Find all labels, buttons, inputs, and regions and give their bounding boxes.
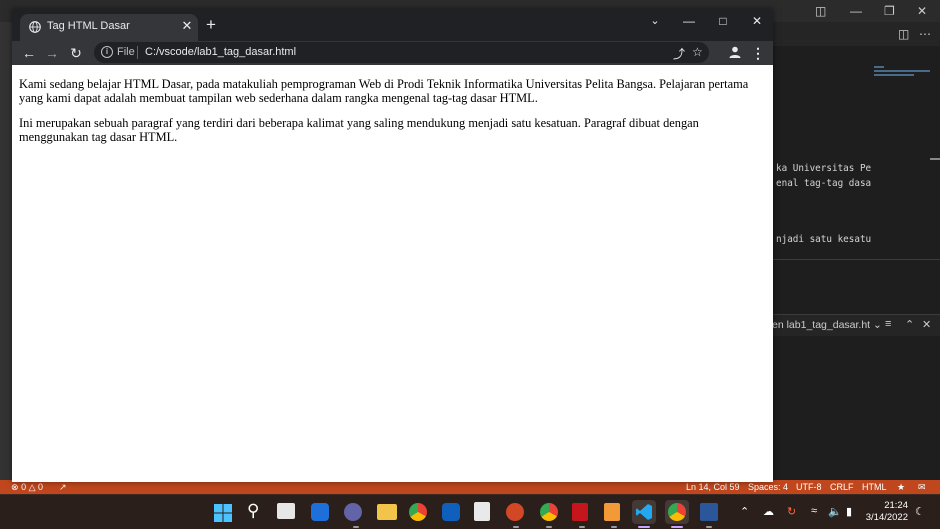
language-mode[interactable]: HTML	[862, 480, 887, 494]
powerpoint-icon[interactable]	[506, 503, 524, 521]
new-tab-icon[interactable]: +	[201, 15, 221, 35]
indentation[interactable]: Spaces: 4	[748, 480, 788, 494]
chevron-up-icon[interactable]: ⌃	[905, 318, 914, 331]
info-icon[interactable]: i	[101, 46, 113, 58]
tray-overflow-icon[interactable]: ⌃	[740, 505, 749, 518]
bookmark-star-icon[interactable]: ☆	[692, 45, 703, 59]
panel-title[interactable]: en lab1_tag_dasar.ht ⌄	[772, 319, 882, 331]
minimap[interactable]	[874, 66, 930, 80]
tab-strip: Tag HTML Dasar ✕ + ⌄ — □ ✕	[12, 9, 773, 41]
share-icon[interactable]: ⤴	[673, 45, 685, 62]
encoding[interactable]: UTF-8	[796, 480, 822, 494]
live-share-icon[interactable]: ↗	[59, 480, 67, 494]
app-indicator	[706, 526, 712, 528]
start-icon[interactable]	[214, 504, 232, 522]
activity-bar	[0, 22, 12, 482]
close-icon[interactable]: ✕	[917, 3, 927, 19]
notification-icon[interactable]: ☾	[915, 505, 925, 518]
line-ending[interactable]: CRLF	[830, 480, 854, 494]
chrome-active-icon[interactable]	[665, 500, 689, 524]
split-editor-icon[interactable]: ◫	[898, 27, 909, 41]
maximize-icon[interactable]: □	[708, 11, 738, 31]
vscode-app-icon[interactable]	[632, 500, 656, 524]
chrome-logo-icon	[668, 503, 686, 521]
tab-search-icon[interactable]: ⌄	[640, 11, 670, 31]
clock-date: 3/14/2022	[865, 512, 908, 523]
chevron-down-icon[interactable]: ⌄	[873, 319, 882, 331]
clock-time: 21:24	[884, 500, 908, 511]
wifi-icon[interactable]: ≈	[811, 505, 817, 517]
close-icon[interactable]: ✕	[742, 11, 772, 31]
menu-icon[interactable]: ⋮	[751, 43, 765, 63]
vscode-logo-icon	[636, 504, 652, 520]
battery-icon[interactable]: ▮	[846, 505, 852, 518]
more-actions-icon[interactable]: ⋯	[919, 27, 931, 41]
notepad-icon[interactable]	[474, 502, 490, 521]
app-indicator	[546, 526, 552, 528]
warning-count: 0	[38, 482, 44, 492]
address-bar[interactable]: i File C:/vscode/lab1_tag_dasar.html ⤴ ☆	[94, 42, 709, 63]
restore-icon[interactable]: ❐	[884, 3, 895, 19]
code-line: enal tag-tag dasa	[776, 178, 872, 189]
globe-icon	[29, 21, 41, 33]
layout-icon[interactable]: ◫	[815, 3, 826, 19]
notifications-icon[interactable]: ✉	[918, 480, 926, 494]
url-scheme: File	[117, 46, 135, 58]
tab-close-icon[interactable]: ✕	[178, 17, 196, 35]
status-bar: ⊗ 0 △ 0 ↗ Ln 14, Col 59 Spaces: 4 UTF-8 …	[0, 480, 940, 494]
app-indicator-active	[638, 526, 650, 528]
app-indicator	[611, 526, 617, 528]
close-panel-icon[interactable]: ✕	[922, 318, 931, 331]
chrome-window: Tag HTML Dasar ✕ + ⌄ — □ ✕ ← → ↻ i File …	[12, 9, 773, 482]
code-line: ka Universitas Pe	[776, 163, 872, 174]
clock[interactable]: 21:24 3/14/2022	[860, 500, 908, 524]
code-line: njadi satu kesatu	[776, 234, 872, 245]
forward-icon[interactable]: →	[42, 43, 62, 63]
url-separator	[137, 46, 138, 59]
problems-indicator[interactable]: ⊗ 0 △ 0	[11, 480, 43, 494]
paragraph: Kami sedang belajar HTML Dasar, pada mat…	[19, 77, 749, 105]
file-explorer-icon[interactable]	[377, 504, 397, 520]
error-icon: ⊗	[11, 482, 19, 492]
warning-icon: △	[28, 482, 36, 492]
acrobat-icon[interactable]	[572, 503, 588, 521]
error-count: 0	[21, 482, 27, 492]
mail-icon[interactable]	[442, 503, 460, 521]
cursor-position[interactable]: Ln 14, Col 59	[686, 480, 740, 494]
volume-icon[interactable]: 🔈	[828, 505, 842, 518]
panel-title-label: en lab1_tag_dasar.ht	[772, 319, 871, 331]
widgets-icon[interactable]	[311, 503, 329, 521]
tab-title: Tag HTML Dasar	[47, 20, 130, 32]
profile-icon[interactable]	[728, 45, 742, 59]
update-icon[interactable]: ↻	[787, 505, 796, 518]
back-icon[interactable]: ←	[19, 43, 39, 63]
app-indicator	[513, 526, 519, 528]
chat-icon[interactable]	[344, 503, 362, 521]
task-view-icon[interactable]	[277, 503, 295, 519]
feedback-icon[interactable]: ★	[897, 480, 905, 494]
app-indicator	[353, 526, 359, 528]
editor-toolbar	[773, 22, 940, 46]
chrome-profile-icon[interactable]	[540, 503, 558, 521]
search-icon[interactable]: ⚲	[247, 501, 259, 521]
editor-divider	[773, 259, 940, 260]
taskbar: ⚲ ⌃ ☁ ↻ ≈ 🔈 ▮ 21:24 3/14/2022 ☾	[0, 494, 940, 529]
tab-active[interactable]: Tag HTML Dasar ✕	[20, 14, 198, 41]
minimize-icon[interactable]: —	[850, 3, 862, 19]
sublime-text-icon[interactable]	[604, 503, 620, 521]
minimize-icon[interactable]: —	[674, 11, 704, 31]
onedrive-icon[interactable]: ☁	[763, 505, 774, 518]
browser-toolbar: ← → ↻ i File C:/vscode/lab1_tag_dasar.ht…	[12, 41, 773, 65]
list-icon[interactable]: ≡	[885, 318, 891, 330]
word-icon[interactable]	[700, 503, 718, 521]
paragraph: Ini merupakan sebuah paragraf yang terdi…	[19, 116, 699, 144]
app-indicator	[579, 526, 585, 528]
chrome-app-icon[interactable]	[409, 503, 427, 521]
page-content: Kami sedang belajar HTML Dasar, pada mat…	[12, 65, 773, 482]
editor-scrollbar[interactable]	[930, 158, 940, 160]
reload-icon[interactable]: ↻	[66, 43, 86, 63]
url-text[interactable]: C:/vscode/lab1_tag_dasar.html	[145, 46, 296, 58]
app-indicator-active	[671, 526, 683, 528]
